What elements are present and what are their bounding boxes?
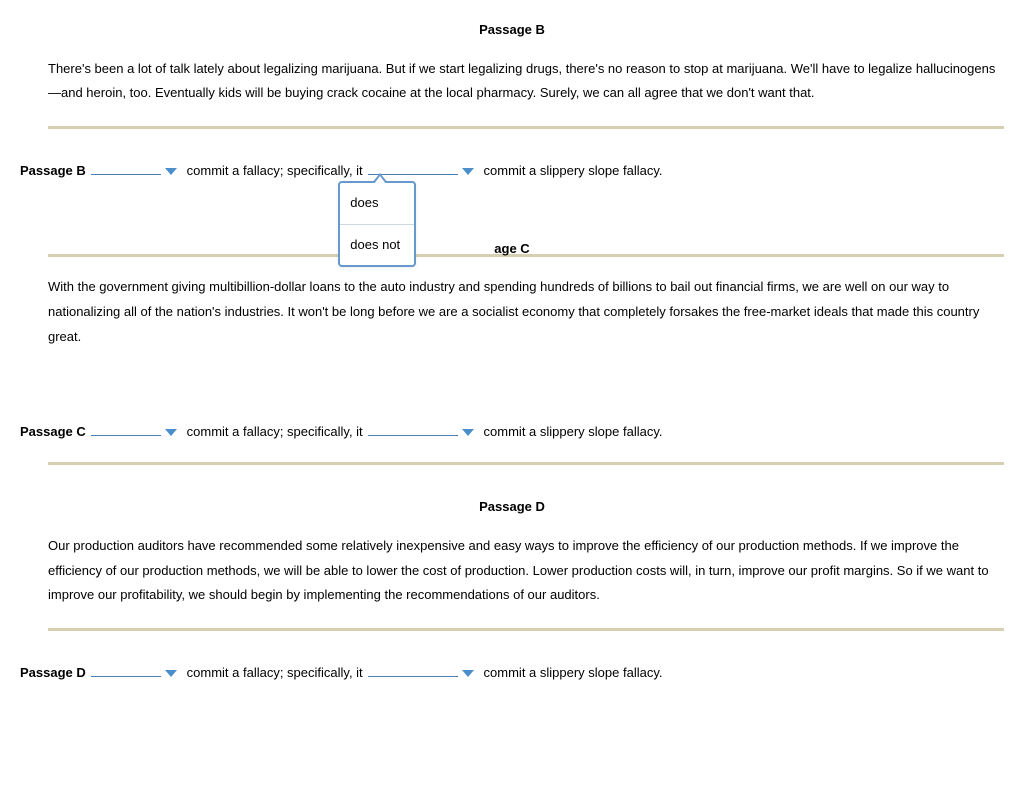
passage-c-text: With the government giving multibillion-… (48, 275, 1004, 349)
question-b-label: Passage B (20, 163, 86, 178)
question-c-row: Passage C commit a fallacy; specifically… (20, 420, 1004, 445)
question-b-row: Passage B commit a fallacy; specifically… (20, 159, 1004, 184)
blank-b1[interactable] (91, 160, 161, 175)
chevron-down-icon[interactable] (165, 670, 177, 677)
dropdown-option-does[interactable]: does (340, 183, 414, 224)
passage-d-title: Passage D (20, 495, 1004, 520)
question-tail-text: commit a slippery slope fallacy. (484, 665, 663, 680)
divider (48, 462, 1004, 465)
question-mid-text: commit a fallacy; specifically, it (187, 424, 363, 439)
passage-b-text: There's been a lot of talk lately about … (48, 57, 1004, 106)
dropdown-option-does-not[interactable]: does not (340, 224, 414, 266)
question-d-row: Passage D commit a fallacy; specifically… (20, 661, 1004, 686)
blank-c2[interactable] (368, 421, 458, 436)
question-tail-text: commit a slippery slope fallacy. (484, 163, 663, 178)
chevron-down-icon[interactable] (462, 670, 474, 677)
question-tail-text: commit a slippery slope fallacy. (484, 424, 663, 439)
dropdown-menu: does does not (338, 181, 416, 267)
chevron-down-icon[interactable] (462, 168, 474, 175)
question-c-label: Passage C (20, 424, 86, 439)
question-mid-text: commit a fallacy; specifically, it (187, 163, 363, 178)
chevron-down-icon[interactable] (462, 429, 474, 436)
question-d-label: Passage D (20, 665, 86, 680)
passage-b-title: Passage B (20, 18, 1004, 43)
blank-d2[interactable] (368, 662, 458, 677)
passage-d-text: Our production auditors have recommended… (48, 534, 1004, 608)
divider (48, 126, 1004, 129)
divider (48, 628, 1004, 631)
chevron-down-icon[interactable] (165, 168, 177, 175)
passage-c-title-occluded: age C (20, 237, 1004, 262)
question-mid-text: commit a fallacy; specifically, it (187, 665, 363, 680)
chevron-down-icon[interactable] (165, 429, 177, 436)
blank-c1[interactable] (91, 421, 161, 436)
blank-d1[interactable] (91, 662, 161, 677)
